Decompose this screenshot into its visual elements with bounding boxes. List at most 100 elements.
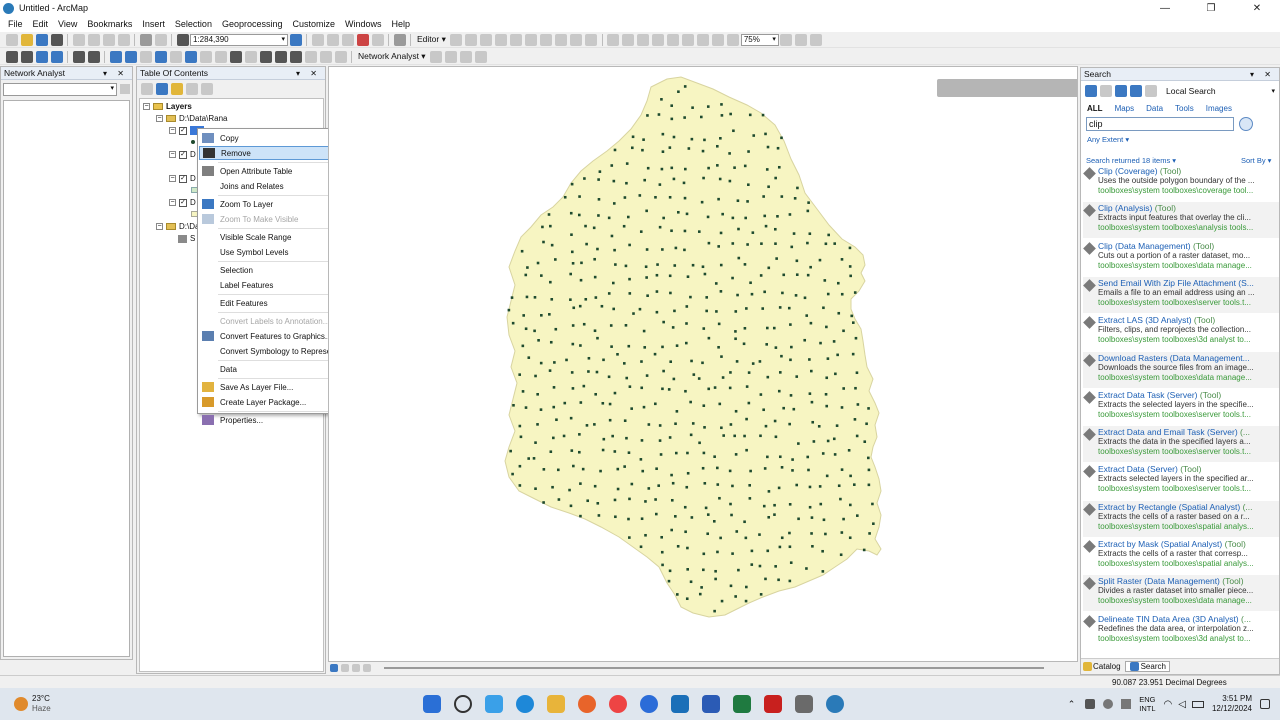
create-features-icon[interactable]: [585, 33, 598, 46]
horizontal-scrollbar[interactable]: [384, 667, 1044, 669]
weather-widget[interactable]: 23°C Haze: [14, 694, 51, 714]
layout-tool-4-icon[interactable]: [652, 33, 665, 46]
search-result-item[interactable]: Clip (Data Management) (Tool) Cuts out a …: [1083, 240, 1279, 276]
tab-maps[interactable]: Maps: [1115, 104, 1135, 113]
layer-visibility-checkbox[interactable]: ✓: [179, 198, 187, 207]
menu-edit[interactable]: Edit: [28, 19, 54, 29]
layout-tool-5-icon[interactable]: [667, 33, 680, 46]
search-input[interactable]: clip: [1086, 117, 1234, 131]
swipe-icon[interactable]: [334, 50, 347, 63]
select-elements-icon[interactable]: [169, 50, 182, 63]
delete-icon[interactable]: [117, 33, 130, 46]
close-button[interactable]: ✕: [1234, 3, 1280, 14]
layout-tool-12-icon[interactable]: [810, 33, 823, 46]
layer-visibility-checkbox[interactable]: ✓: [179, 150, 187, 159]
collapse-icon[interactable]: −: [169, 175, 176, 182]
edit-tool-icon[interactable]: [450, 33, 463, 46]
calculator-icon[interactable]: [795, 695, 814, 713]
menu-insert[interactable]: Insert: [137, 19, 170, 29]
volume-icon[interactable]: ◁: [1178, 699, 1186, 710]
search-pin-close[interactable]: ▾ ✕: [1250, 70, 1279, 79]
editor-menu[interactable]: Editor ▾: [414, 34, 449, 45]
trace-tool-icon[interactable]: [495, 33, 508, 46]
clear-selection-icon[interactable]: [154, 50, 167, 63]
acrobat-icon[interactable]: [764, 695, 783, 713]
layout-zoom-combo[interactable]: 75% ▾: [740, 33, 779, 46]
search-result-item[interactable]: Extract by Mask (Spatial Analyst) (Tool)…: [1083, 538, 1279, 574]
sketch-tool-icon[interactable]: [465, 33, 478, 46]
panel-pin-close[interactable]: ▾ ✕: [103, 69, 132, 78]
network-analysis-layer-select[interactable]: ▾: [3, 83, 117, 96]
list-by-selection-icon[interactable]: [185, 83, 198, 95]
toc-window-icon[interactable]: [311, 33, 324, 46]
maximize-button[interactable]: ❐: [1188, 3, 1234, 14]
map-scale-combo[interactable]: 1:284,390 ▾: [190, 33, 288, 46]
toc-layer-2[interactable]: − ✓ D: [169, 149, 196, 160]
collapse-icon[interactable]: −: [143, 103, 150, 110]
select-features-icon[interactable]: [139, 50, 152, 63]
search-mode-dropdown[interactable]: ▾: [1271, 87, 1275, 95]
go-to-xy-icon[interactable]: [274, 50, 287, 63]
find-icon[interactable]: [259, 50, 272, 63]
layout-tool-3-icon[interactable]: [637, 33, 650, 46]
zoom-out-icon[interactable]: [20, 50, 33, 63]
full-extent-icon[interactable]: [50, 50, 63, 63]
edge-icon[interactable]: [516, 695, 535, 713]
search-result-item[interactable]: Clip (Analysis) (Tool) Extracts input fea…: [1083, 202, 1279, 239]
search-result-item[interactable]: Extract LAS (3D Analyst) (Tool) Filters, …: [1083, 314, 1279, 350]
menu-file[interactable]: File: [3, 19, 28, 29]
tab-all[interactable]: ALL: [1087, 104, 1103, 113]
start-icon[interactable]: [423, 695, 442, 713]
layout-tool-2-icon[interactable]: [622, 33, 635, 46]
tray-overflow-icon[interactable]: ⌃: [1068, 699, 1076, 710]
copy-icon[interactable]: [87, 33, 100, 46]
arctoolbox-icon[interactable]: [356, 33, 369, 46]
open-folder-icon[interactable]: [20, 33, 33, 46]
model-builder-icon[interactable]: [393, 33, 406, 46]
clock[interactable]: 3:51 PM 12/12/2024: [1212, 694, 1252, 714]
layer-visibility-checkbox[interactable]: ✓: [179, 174, 187, 183]
forward-extent-icon[interactable]: [124, 50, 137, 63]
menu-help[interactable]: Help: [387, 19, 416, 29]
tab-images[interactable]: Images: [1206, 104, 1232, 113]
menu-view[interactable]: View: [53, 19, 82, 29]
edit-annotation-icon[interactable]: [244, 50, 257, 63]
collapse-icon[interactable]: −: [169, 151, 176, 158]
zoom-icon[interactable]: [640, 695, 659, 713]
back-extent-icon[interactable]: [109, 50, 122, 63]
fixed-zoom-in-icon[interactable]: [72, 50, 85, 63]
copilot-icon[interactable]: [485, 695, 504, 713]
collapse-icon[interactable]: −: [156, 223, 163, 230]
toc-layer-3[interactable]: − ✓ D: [169, 173, 196, 184]
file-explorer-icon[interactable]: [547, 695, 566, 713]
toc-pin-close[interactable]: ▾ ✕: [296, 69, 325, 78]
layers-data-frame[interactable]: − Layers: [143, 101, 192, 112]
measure-icon[interactable]: [289, 50, 302, 63]
minimize-button[interactable]: —: [1142, 3, 1188, 14]
menu-customize[interactable]: Customize: [288, 19, 341, 29]
layout-view-icon[interactable]: [340, 664, 349, 672]
map-canvas[interactable]: [329, 67, 1078, 662]
tray-network-app-icon[interactable]: [1121, 699, 1132, 709]
new-document-icon[interactable]: [5, 33, 18, 46]
search-options-icon[interactable]: [1144, 85, 1157, 97]
layout-tool-1-icon[interactable]: [607, 33, 620, 46]
layout-tool-7-icon[interactable]: [697, 33, 710, 46]
cut-icon[interactable]: [72, 33, 85, 46]
search-result-item[interactable]: Extract Data Task (Server) (Tool) Extract…: [1083, 389, 1279, 425]
data-view-icon[interactable]: [329, 664, 338, 672]
search-result-item[interactable]: Extract by Rectangle (Spatial Analyst) (…: [1083, 500, 1279, 537]
layout-tool-8-icon[interactable]: [712, 33, 725, 46]
wifi-icon[interactable]: ◠: [1164, 699, 1173, 710]
print-icon[interactable]: [50, 33, 63, 46]
tray-cloud-icon[interactable]: [1103, 699, 1114, 709]
layout-tool-11-icon[interactable]: [795, 33, 808, 46]
language-indicator[interactable]: ENG INTL: [1139, 695, 1155, 713]
na-locations-icon[interactable]: [445, 50, 458, 63]
sort-by[interactable]: Sort By ▾: [1241, 156, 1271, 165]
search-result-item[interactable]: Send Email With Zip File Attachment (S..…: [1083, 276, 1279, 313]
toc-layer-5[interactable]: S: [178, 233, 195, 244]
na-select-icon[interactable]: [460, 50, 473, 63]
tab-catalog[interactable]: Catalog: [1093, 662, 1121, 671]
endpoint-arc-icon[interactable]: [510, 33, 523, 46]
